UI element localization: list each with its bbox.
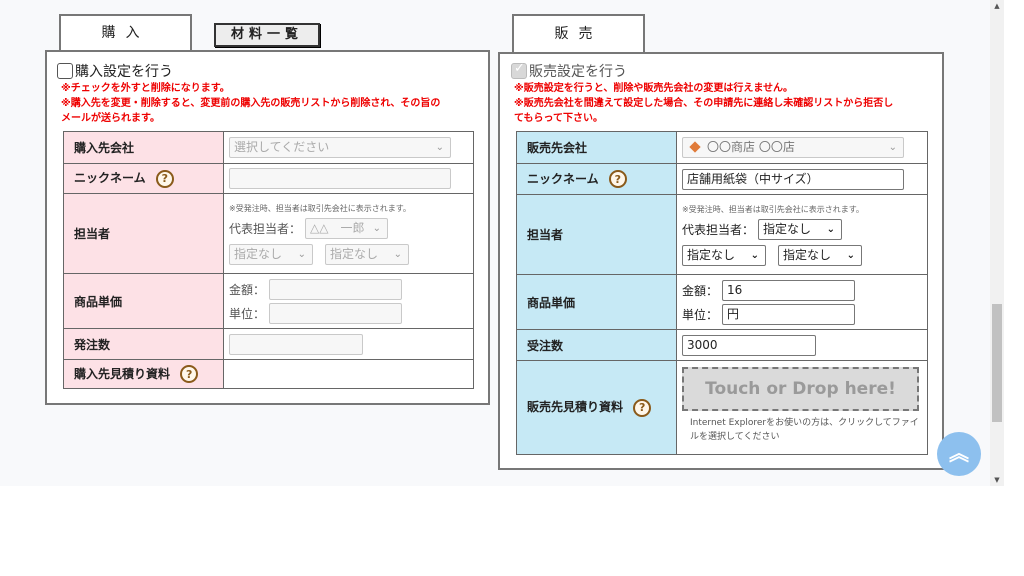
purchase-sub-contact-1-select[interactable]: 指定なし ⌄ bbox=[229, 243, 313, 265]
purchase-order-qty-input[interactable] bbox=[229, 333, 363, 355]
purchase-panel: 購入設定を行う ※チェックを外すと削除になります。 ※購入先を変更・削除すると、… bbox=[45, 50, 490, 405]
materials-list-button[interactable]: 材料一覧 bbox=[214, 23, 320, 47]
purchase-form-table: 購入先会社 選択してください ⌄ ニックネーム ? 担当者 ※受発注時、担当者は… bbox=[63, 131, 474, 389]
purchase-estimate-label: 購入先見積り資料 bbox=[74, 366, 171, 381]
purchase-unit-price-label: 商品単価 bbox=[63, 273, 224, 329]
chevron-down-icon: ⌄ bbox=[888, 142, 897, 153]
sales-contact-note: ※受発注時、担当者は取引先会社に表示されます。 bbox=[682, 204, 864, 214]
chevron-down-icon: ⌄ bbox=[435, 142, 444, 153]
purchase-unit-input[interactable] bbox=[269, 302, 403, 324]
sales-amount-input[interactable]: 16 bbox=[722, 279, 856, 301]
sales-unit-input[interactable]: 円 bbox=[722, 303, 856, 325]
sales-company-value: 〇〇商店 〇〇店 bbox=[707, 140, 795, 154]
vertical-scrollbar[interactable]: ▲ ▼ bbox=[990, 0, 1004, 486]
purchase-note-2: ※購入先を変更・削除すると、変更前の購入先の販売リストから削除され、その旨の bbox=[61, 98, 441, 109]
purchase-unit-label: 単位： bbox=[229, 306, 266, 321]
purchase-contact-label: 担当者 bbox=[63, 193, 224, 274]
double-chevron-up-icon: ︽ bbox=[949, 441, 969, 465]
purchase-amount-input[interactable] bbox=[269, 278, 403, 300]
purchase-company-placeholder: 選択してください bbox=[234, 140, 330, 154]
purchase-nickname-input[interactable] bbox=[229, 168, 451, 189]
scrollbar-thumb[interactable] bbox=[992, 304, 1002, 422]
help-question-icon[interactable]: ? bbox=[633, 398, 652, 417]
purchase-setting-checkbox[interactable] bbox=[57, 63, 73, 79]
sales-form-table: 販売先会社 〇〇商店 〇〇店 ⌄ ニックネーム ? 店舗用紙袋（中サイズ） 担当… bbox=[516, 131, 928, 455]
chevron-down-icon: ⌄ bbox=[393, 248, 402, 260]
chevron-down-icon: ⌄ bbox=[372, 222, 382, 234]
purchase-rep-select[interactable]: △△ 一郎 ⌄ bbox=[305, 217, 389, 239]
purchase-setting-checkbox-row[interactable]: 購入設定を行う bbox=[57, 61, 173, 81]
chevron-down-icon: ⌄ bbox=[297, 248, 306, 260]
sales-panel: 販売設定を行う ※販売設定を行うと、削除や販売先会社の変更は行えません。 ※販売… bbox=[498, 52, 944, 470]
file-drop-zone[interactable]: Touch or Drop here! bbox=[682, 367, 919, 411]
purchase-note-3: メールが送られます。 bbox=[61, 113, 160, 124]
sales-unit-label: 単位： bbox=[682, 307, 719, 322]
sales-contact-label: 担当者 bbox=[516, 194, 677, 275]
tab-purchase[interactable]: 購入 bbox=[59, 14, 192, 50]
sales-order-qty-label: 受注数 bbox=[516, 329, 677, 361]
scroll-up-arrow-icon[interactable]: ▲ bbox=[990, 0, 1004, 12]
tab-sales[interactable]: 販売 bbox=[512, 14, 645, 54]
purchase-nickname-label: ニックネーム bbox=[74, 171, 146, 186]
sales-sub-contact-1-select[interactable]: 指定なし ⌄ bbox=[682, 244, 766, 266]
chevron-down-icon: ⌄ bbox=[846, 249, 855, 261]
sales-nickname-label: ニックネーム bbox=[527, 171, 599, 186]
sales-company-select: 〇〇商店 〇〇店 ⌄ bbox=[682, 137, 904, 158]
diamond-icon bbox=[689, 141, 701, 153]
scroll-down-arrow-icon[interactable]: ▼ bbox=[990, 474, 1004, 486]
file-drop-note: Internet Explorerをお使いの方は、クリックしてファイルを選択して… bbox=[690, 418, 919, 442]
purchase-rep-label: 代表担当者： bbox=[229, 221, 302, 236]
sales-nickname-input[interactable]: 店舗用紙袋（中サイズ） bbox=[682, 168, 904, 190]
sales-rep-value: 指定なし bbox=[763, 221, 812, 236]
sales-order-qty-input[interactable]: 3000 bbox=[682, 334, 816, 356]
purchase-estimate-value bbox=[223, 359, 474, 389]
purchase-sub-contact-2-select[interactable]: 指定なし ⌄ bbox=[325, 243, 409, 265]
purchase-sub-contact-1-value: 指定なし bbox=[234, 246, 283, 261]
purchase-rep-value: △△ 一郎 bbox=[310, 220, 365, 235]
purchase-company-label: 購入先会社 bbox=[63, 131, 224, 164]
sales-setting-label: 販売設定を行う bbox=[529, 64, 627, 80]
sales-note-2: ※販売先会社を間違えて設定した場合、その申請先に連絡し未確認リストから拒否し bbox=[514, 98, 894, 109]
sales-rep-select[interactable]: 指定なし ⌄ bbox=[758, 218, 843, 240]
sales-sub-contact-1-value: 指定なし bbox=[687, 247, 736, 262]
help-question-icon[interactable]: ? bbox=[155, 169, 174, 188]
purchase-setting-label: 購入設定を行う bbox=[75, 64, 173, 80]
chevron-down-icon: ⌄ bbox=[826, 223, 836, 235]
sales-setting-checkbox-row: 販売設定を行う bbox=[511, 61, 627, 81]
purchase-amount-label: 金額： bbox=[229, 282, 266, 297]
help-question-icon[interactable]: ? bbox=[180, 365, 199, 384]
sales-notes: ※販売設定を行うと、削除や販売先会社の変更は行えません。 ※販売先会社を間違えて… bbox=[514, 81, 893, 126]
sales-estimate-label: 販売先見積り資料 bbox=[527, 400, 624, 415]
purchase-notes: ※チェックを外すと削除になります。 ※購入先を変更・削除すると、変更前の購入先の… bbox=[61, 81, 440, 126]
sales-sub-contact-2-select[interactable]: 指定なし ⌄ bbox=[778, 244, 862, 266]
purchase-order-qty-label: 発注数 bbox=[63, 328, 224, 360]
sales-unit-price-label: 商品単価 bbox=[516, 274, 677, 330]
chevron-down-icon: ⌄ bbox=[750, 249, 759, 261]
purchase-contact-note: ※受発注時、担当者は取引先会社に表示されます。 bbox=[229, 203, 411, 213]
sales-company-label: 販売先会社 bbox=[516, 131, 677, 164]
scroll-to-top-button[interactable]: ︽ bbox=[937, 432, 981, 476]
purchase-company-select[interactable]: 選択してください ⌄ bbox=[229, 137, 451, 158]
sales-rep-label: 代表担当者： bbox=[682, 222, 755, 237]
help-question-icon[interactable]: ? bbox=[608, 170, 627, 189]
sales-note-3: てもらって下さい。 bbox=[514, 113, 603, 124]
sales-sub-contact-2-value: 指定なし bbox=[783, 247, 832, 262]
purchase-note-1: ※チェックを外すと削除になります。 bbox=[61, 83, 230, 94]
sales-setting-checkbox bbox=[511, 61, 527, 79]
page-viewport: 購入 材料一覧 購入設定を行う ※チェックを外すと削除になります。 ※購入先を変… bbox=[0, 0, 1004, 486]
sales-note-1: ※販売設定を行うと、削除や販売先会社の変更は行えません。 bbox=[514, 83, 794, 94]
purchase-sub-contact-2-value: 指定なし bbox=[330, 246, 379, 261]
sales-amount-label: 金額： bbox=[682, 283, 719, 298]
